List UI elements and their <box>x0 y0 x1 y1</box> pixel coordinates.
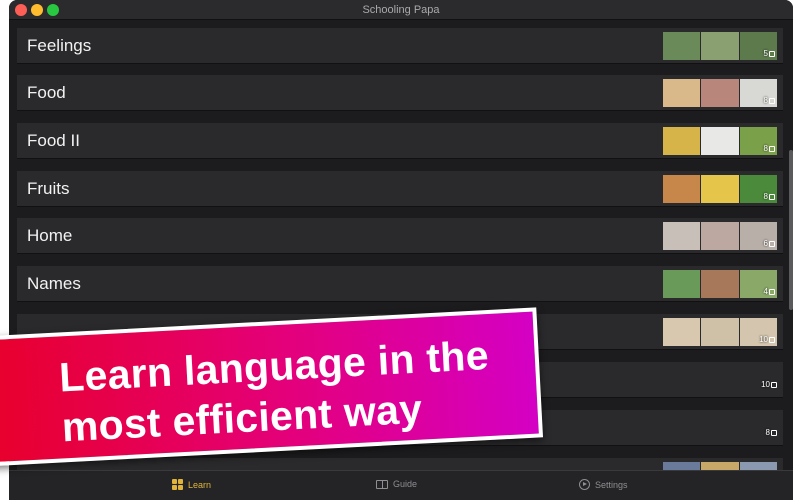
play-circle-icon <box>579 479 590 490</box>
card-count-badge: 5 <box>764 49 775 58</box>
tab-guide[interactable]: Guide <box>376 479 417 489</box>
thumbnail <box>663 79 701 107</box>
category-row[interactable]: Food II 8 <box>17 123 783 159</box>
thumbnail-strip <box>663 175 777 203</box>
thumbnail <box>663 222 701 250</box>
thumbnail <box>701 32 739 60</box>
category-label: Fruits <box>27 179 70 198</box>
list-scrollbar[interactable] <box>789 150 793 310</box>
tab-guide-label: Guide <box>393 479 418 489</box>
thumbnail <box>663 127 701 155</box>
thumbnail-strip <box>663 270 777 298</box>
tab-bar: Learn Guide Settings <box>9 470 793 500</box>
thumbnail <box>701 270 739 298</box>
thumbnail-strip <box>663 79 777 107</box>
thumbnail <box>663 462 701 470</box>
card-icon <box>771 429 777 436</box>
promo-banner-text: Learn language in the most efficient way <box>58 332 490 451</box>
category-row[interactable]: Feelings 5 <box>17 28 783 64</box>
card-count-badge: 8 <box>766 428 777 437</box>
card-count-badge: 8 <box>764 192 775 201</box>
category-label: Food <box>27 83 66 102</box>
card-count-badge: 4 <box>764 287 775 296</box>
card-count-badge: 10 <box>759 335 775 344</box>
thumbnail <box>663 175 701 203</box>
card-icon <box>769 50 775 57</box>
thumbnail <box>663 270 701 298</box>
category-label: Feelings <box>27 36 92 55</box>
window-title: Schooling Papa <box>362 4 440 16</box>
card-icon <box>769 288 775 295</box>
category-row[interactable]: Home 6 <box>17 218 783 254</box>
thumbnail-strip <box>663 222 777 250</box>
card-icon <box>771 381 777 388</box>
card-icon <box>769 240 775 247</box>
category-row[interactable]: Fruits 8 <box>17 171 783 207</box>
thumbnail <box>701 318 739 346</box>
tab-settings[interactable]: Settings <box>579 479 628 490</box>
tab-learn-label: Learn <box>188 479 212 490</box>
thumbnail <box>663 318 701 346</box>
card-count-badge: 10 <box>761 380 777 389</box>
category-row[interactable]: Food 8 <box>17 75 783 111</box>
thumbnail-strip <box>663 462 777 470</box>
title-bar: Schooling Papa <box>9 0 793 20</box>
thumbnail <box>701 462 739 470</box>
thumbnail <box>701 127 739 155</box>
thumbnail-strip <box>663 127 777 155</box>
card-icon <box>769 193 775 200</box>
category-row[interactable]: Names 4 <box>17 266 783 302</box>
card-count-badge: 8 <box>764 144 775 153</box>
card-count-badge: 8 <box>764 96 775 105</box>
thumbnail <box>701 222 739 250</box>
card-count-badge: 6 <box>764 239 775 248</box>
thumbnail <box>701 79 739 107</box>
category-label: Home <box>27 226 73 245</box>
tab-learn[interactable]: Learn <box>172 479 211 490</box>
thumbnail-strip <box>663 32 777 60</box>
card-icon <box>769 336 775 343</box>
thumbnail <box>739 462 777 470</box>
category-row[interactable] <box>17 458 783 470</box>
book-icon <box>376 479 388 489</box>
tab-settings-label: Settings <box>595 479 628 490</box>
card-icon <box>769 145 775 152</box>
card-icon <box>769 97 775 104</box>
thumbnail <box>701 175 739 203</box>
category-label: Names <box>27 274 81 293</box>
thumbnail <box>663 32 701 60</box>
grid-icon <box>172 479 183 490</box>
category-label: Food II <box>27 131 80 150</box>
